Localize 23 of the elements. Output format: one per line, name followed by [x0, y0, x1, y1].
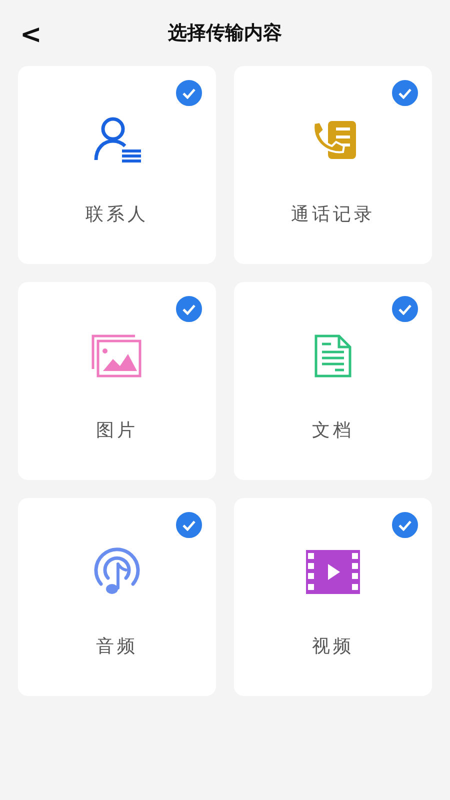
checked-icon[interactable]	[176, 512, 202, 538]
category-card[interactable]: 视频	[234, 498, 432, 696]
video-icon	[305, 549, 361, 595]
card-label: 联系人	[86, 203, 148, 226]
category-card[interactable]: 音频	[18, 498, 216, 696]
document-icon	[313, 333, 353, 379]
card-label: 通话记录	[291, 203, 375, 226]
card-label: 文档	[312, 419, 354, 442]
images-icon	[91, 333, 143, 379]
checked-icon[interactable]	[392, 80, 418, 106]
checked-icon[interactable]	[176, 296, 202, 322]
category-card[interactable]: 文档	[234, 282, 432, 480]
category-card[interactable]: 通话记录	[234, 66, 432, 264]
category-card[interactable]: 图片	[18, 282, 216, 480]
card-label: 图片	[96, 419, 138, 442]
checked-icon[interactable]	[392, 512, 418, 538]
back-button[interactable]: <	[14, 20, 48, 50]
checked-icon[interactable]	[392, 296, 418, 322]
page-title: 选择传输内容	[168, 21, 282, 46]
checked-icon[interactable]	[176, 80, 202, 106]
card-label: 视频	[312, 635, 354, 658]
category-card[interactable]: 联系人	[18, 66, 216, 264]
card-label: 音频	[96, 635, 138, 658]
